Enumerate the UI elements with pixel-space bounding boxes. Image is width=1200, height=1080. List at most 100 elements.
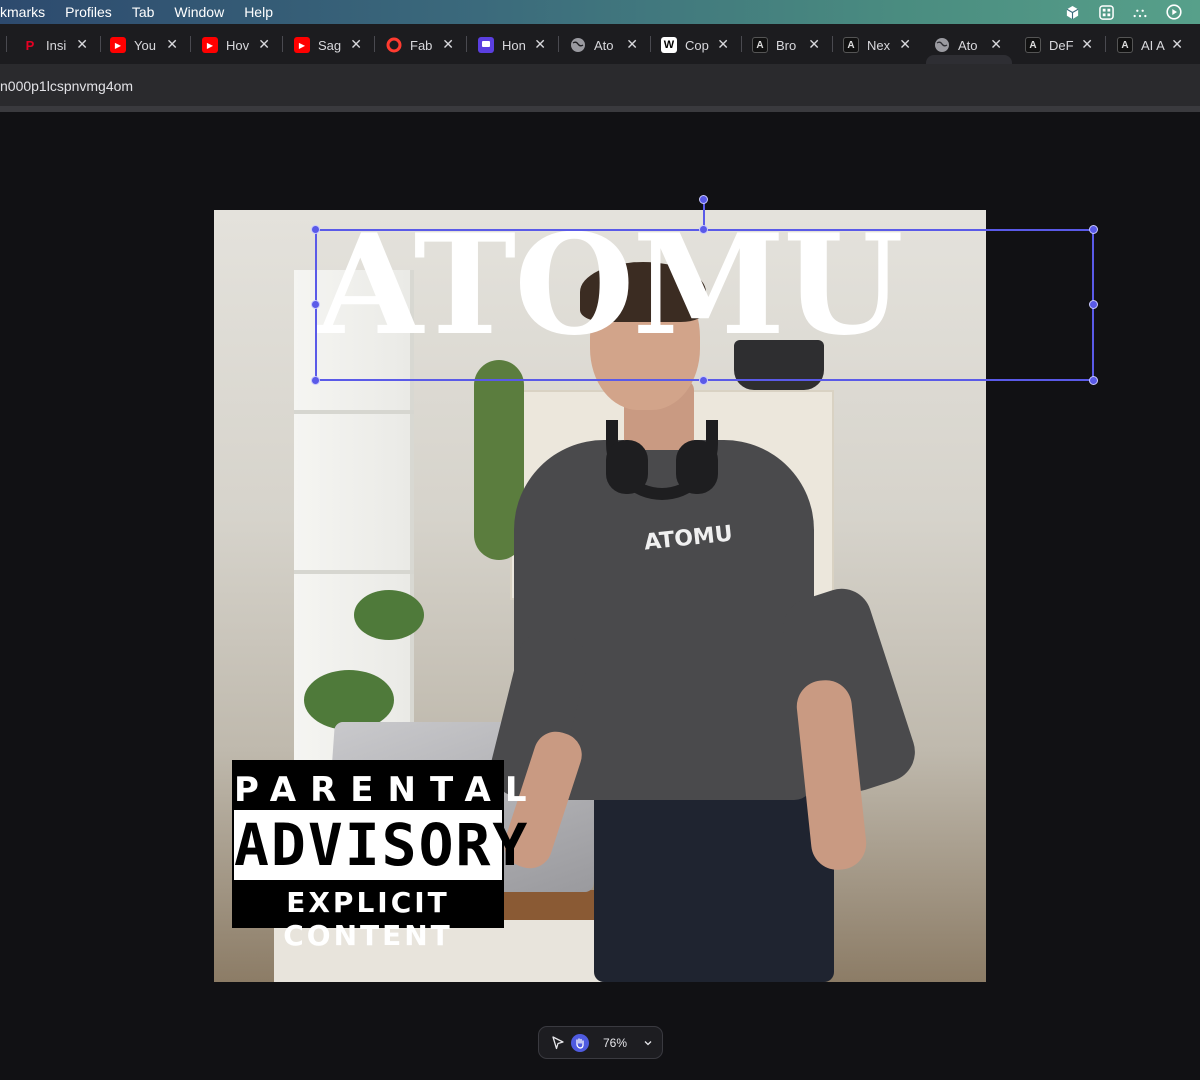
- grid-app-icon[interactable]: [1098, 4, 1114, 20]
- dots-icon[interactable]: [1132, 4, 1148, 20]
- close-icon[interactable]: ✕: [76, 36, 88, 53]
- a-logo-icon: A: [1025, 37, 1041, 53]
- tab-title: Sag: [318, 37, 342, 53]
- menu-bookmarks[interactable]: kmarks: [0, 4, 45, 20]
- lifebuoy-icon: [386, 37, 402, 53]
- menu-window[interactable]: Window: [174, 4, 224, 20]
- tab-4[interactable]: ▶ Sag ✕: [294, 32, 362, 58]
- parental-advisory-badge[interactable]: PARENTAL ADVISORY EXPLICIT CONTENT: [232, 760, 541, 952]
- rotate-handle[interactable]: [699, 195, 708, 204]
- resize-handle-bottom-left[interactable]: [311, 376, 320, 385]
- close-icon[interactable]: ✕: [350, 36, 362, 53]
- tab-separator: [558, 36, 559, 52]
- resize-handle-top-right[interactable]: [1089, 225, 1098, 234]
- tab-title: Insi: [46, 37, 67, 53]
- tab-separator: [374, 36, 375, 52]
- youtube-icon: ▶: [202, 37, 218, 53]
- close-icon[interactable]: ✕: [899, 36, 911, 53]
- pointer-tool-icon[interactable]: [549, 1034, 567, 1052]
- tab-separator: [466, 36, 467, 52]
- tab-separator: [190, 36, 191, 52]
- plant-leaves: [304, 670, 394, 730]
- tab-8[interactable]: W Cop ✕: [661, 32, 729, 58]
- close-icon[interactable]: ✕: [442, 36, 454, 53]
- selection-bounding-box[interactable]: [315, 229, 1094, 381]
- menu-tab[interactable]: Tab: [132, 4, 155, 20]
- tab-separator: [6, 36, 7, 52]
- close-icon[interactable]: ✕: [534, 36, 546, 53]
- advisory-text: ADVISORY: [234, 810, 530, 880]
- globe-icon: [570, 37, 586, 53]
- a-logo-icon: A: [752, 37, 768, 53]
- plant-leaves: [354, 590, 424, 640]
- hand-tool-icon[interactable]: [571, 1033, 589, 1052]
- a-logo-icon: A: [1117, 37, 1133, 53]
- tab-title: Cop: [685, 37, 709, 53]
- headphone-cup-left: [606, 440, 648, 494]
- window-frame: [294, 570, 414, 574]
- tab-title: Bro: [776, 37, 797, 53]
- tab-strip: P Insi ✕ ▶ You ✕ ▶ Hov ✕ ▶ Sag ✕ Fab ✕ H…: [0, 24, 1200, 88]
- zoom-toolbar: 76%: [538, 1026, 663, 1059]
- tab-title: You: [134, 37, 156, 53]
- tab-title: Hon: [502, 37, 526, 53]
- tab-13[interactable]: A AI A ✕: [1117, 32, 1183, 58]
- menu-help[interactable]: Help: [244, 4, 273, 20]
- tab-5[interactable]: Fab ✕: [386, 32, 454, 58]
- tab-1[interactable]: P Insi ✕: [22, 32, 88, 58]
- headphone-cup-right: [676, 440, 718, 494]
- menu-bar: kmarks Profiles Tab Window Help: [0, 0, 1200, 24]
- resize-handle-bottom-right[interactable]: [1089, 376, 1098, 385]
- resize-handle-top[interactable]: [699, 225, 708, 234]
- zoom-level-text[interactable]: 76%: [603, 1036, 627, 1050]
- tab-title: Fab: [410, 37, 433, 53]
- a-logo-icon: A: [843, 37, 859, 53]
- close-icon[interactable]: ✕: [990, 36, 1002, 53]
- tab-separator: [1105, 36, 1106, 52]
- tab-title: Ato: [594, 37, 614, 53]
- person-pants: [594, 770, 834, 982]
- menu-profiles[interactable]: Profiles: [65, 4, 112, 20]
- youtube-icon: ▶: [294, 37, 310, 53]
- parental-text: PARENTAL: [234, 770, 541, 810]
- play-circle-icon[interactable]: [1166, 4, 1182, 20]
- close-icon[interactable]: ✕: [626, 36, 638, 53]
- tab-separator: [100, 36, 101, 52]
- tab-separator: [832, 36, 833, 52]
- tab-title: Ato: [958, 37, 978, 53]
- close-icon[interactable]: ✕: [717, 36, 729, 53]
- globe-icon: [934, 37, 950, 53]
- url-text[interactable]: n000p1lcspnvmg4om: [0, 78, 133, 94]
- tab-12[interactable]: A DeF ✕: [1025, 32, 1093, 58]
- resize-handle-bottom[interactable]: [699, 376, 708, 385]
- cube-icon[interactable]: [1064, 4, 1080, 20]
- tab-9[interactable]: A Bro ✕: [752, 32, 820, 58]
- resize-handle-left[interactable]: [311, 300, 320, 309]
- tab-title: Nex: [867, 37, 891, 53]
- youtube-icon: ▶: [110, 37, 126, 53]
- purple-app-icon: [478, 37, 494, 53]
- tab-title: Hov: [226, 37, 250, 53]
- address-bar[interactable]: n000p1lcspnvmg4om: [0, 64, 1200, 106]
- close-icon[interactable]: ✕: [258, 36, 270, 53]
- tab-separator: [741, 36, 742, 52]
- window-frame: [294, 410, 414, 414]
- tab-7[interactable]: Ato ✕: [570, 32, 638, 58]
- menu-status-icons: [1064, 0, 1182, 24]
- w-icon: W: [661, 37, 677, 53]
- close-icon[interactable]: ✕: [166, 36, 178, 53]
- tab-3[interactable]: ▶ Hov ✕: [202, 32, 270, 58]
- tab-separator: [650, 36, 651, 52]
- chevron-down-icon[interactable]: [639, 1034, 657, 1052]
- close-icon[interactable]: ✕: [1081, 36, 1093, 53]
- tab-6[interactable]: Hon ✕: [478, 32, 546, 58]
- tab-2[interactable]: ▶ You ✕: [110, 32, 178, 58]
- tab-11-active[interactable]: Ato ✕: [934, 32, 1002, 58]
- resize-handle-right[interactable]: [1089, 300, 1098, 309]
- tab-title: AI A: [1141, 37, 1165, 53]
- explicit-content-text: EXPLICIT CONTENT: [283, 886, 453, 952]
- close-icon[interactable]: ✕: [1171, 36, 1183, 53]
- tab-10[interactable]: A Nex ✕: [843, 32, 911, 58]
- close-icon[interactable]: ✕: [808, 36, 820, 53]
- resize-handle-top-left[interactable]: [311, 225, 320, 234]
